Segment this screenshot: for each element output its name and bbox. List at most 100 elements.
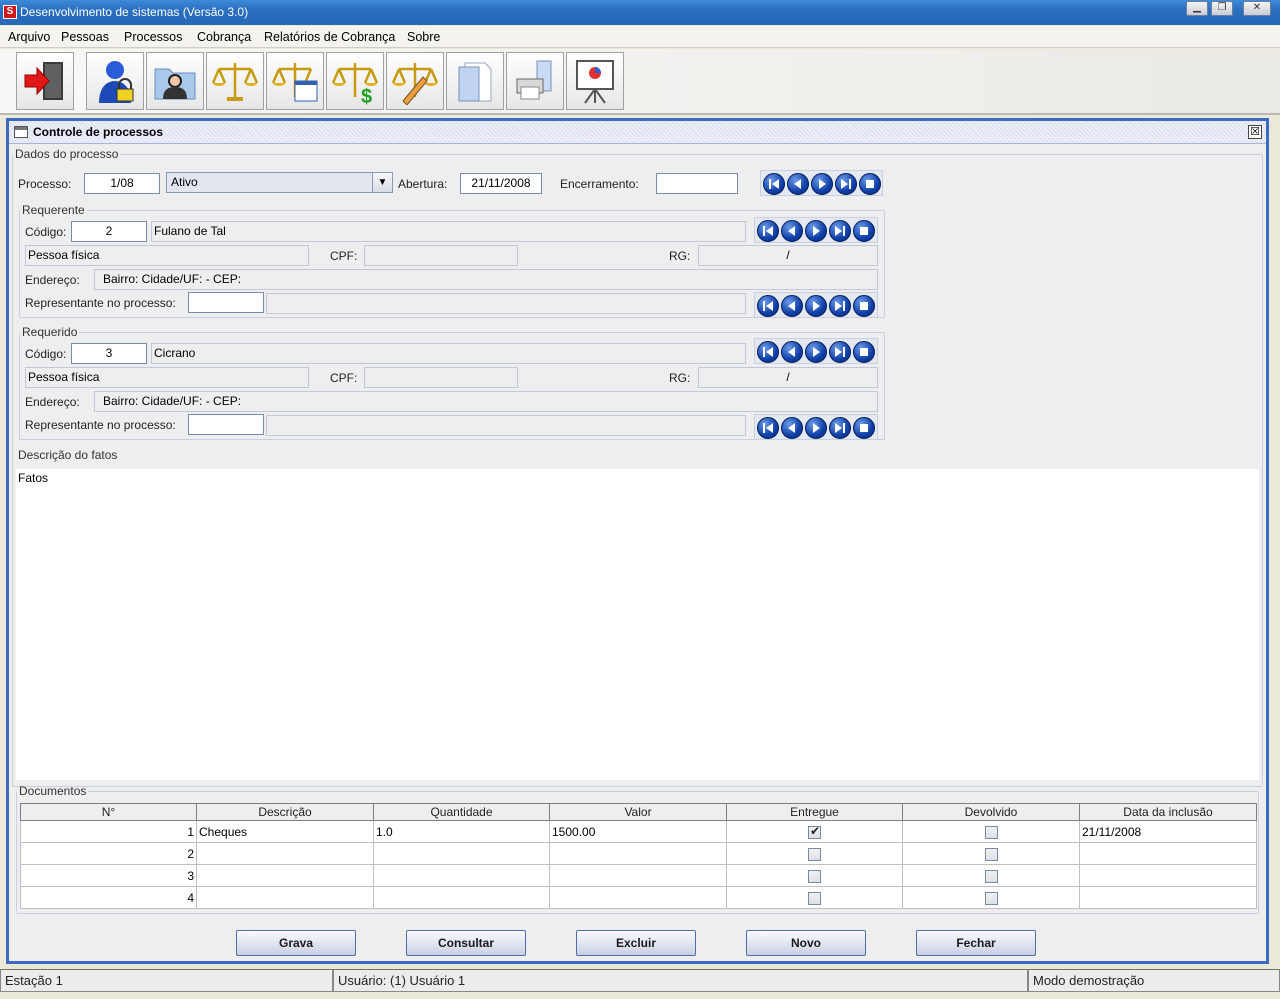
cell-valor[interactable] <box>549 886 727 909</box>
processes-button[interactable] <box>206 52 264 110</box>
cell-descricao[interactable] <box>196 886 374 909</box>
stop-button[interactable] <box>853 417 875 439</box>
cell-quantidade[interactable] <box>373 864 550 887</box>
first-button[interactable] <box>757 341 779 363</box>
devolvido-checkbox[interactable] <box>984 891 998 905</box>
print-button[interactable] <box>506 52 564 110</box>
prev-button[interactable] <box>781 341 803 363</box>
col-devolvido[interactable]: Devolvido <box>902 803 1080 821</box>
devolvido-checkbox[interactable] <box>984 869 998 883</box>
next-button[interactable] <box>805 417 827 439</box>
cell-valor[interactable]: 1500.00 <box>549 820 727 843</box>
requerido-cpf-label: CPF: <box>330 371 358 385</box>
last-button[interactable] <box>829 417 851 439</box>
menu-sobre[interactable]: Sobre <box>407 30 440 44</box>
excluir-button[interactable]: Excluir <box>576 930 696 956</box>
cell-descricao[interactable] <box>196 842 374 865</box>
last-button[interactable] <box>835 173 857 195</box>
grava-button[interactable]: Grava <box>236 930 356 956</box>
cell-valor[interactable] <box>549 864 727 887</box>
billing-edit-button[interactable] <box>386 52 444 110</box>
requerido-rep-code[interactable] <box>188 414 264 435</box>
table-row[interactable]: 2 <box>20 842 1257 865</box>
stop-button[interactable] <box>853 295 875 317</box>
fechar-button[interactable]: Fechar <box>916 930 1036 956</box>
reports-button[interactable] <box>566 52 624 110</box>
abertura-field[interactable]: 21/11/2008 <box>460 173 542 194</box>
novo-button[interactable]: Novo <box>746 930 866 956</box>
col-quantidade[interactable]: Quantidade <box>373 803 550 821</box>
cell-data[interactable] <box>1079 864 1257 887</box>
last-button[interactable] <box>829 220 851 242</box>
consultar-button[interactable]: Consultar <box>406 930 526 956</box>
cell-data[interactable] <box>1079 842 1257 865</box>
prev-button[interactable] <box>781 220 803 242</box>
entregue-checkbox[interactable] <box>808 824 821 839</box>
table-row[interactable]: 3 <box>20 864 1257 887</box>
cell-descricao[interactable] <box>196 864 374 887</box>
menu-cobranca[interactable]: Cobrança <box>197 30 251 44</box>
next-button[interactable] <box>805 295 827 317</box>
documents-button[interactable] <box>446 52 504 110</box>
persons-button[interactable] <box>146 52 204 110</box>
status-select[interactable]: Ativo ▼ <box>166 172 393 193</box>
cell-valor[interactable] <box>549 842 727 865</box>
table-row[interactable]: 1 Cheques 1.0 1500.00 21/11/2008 <box>20 820 1257 843</box>
stop-button[interactable] <box>853 341 875 363</box>
minimize-button[interactable]: ▁ <box>1186 1 1208 16</box>
next-button[interactable] <box>805 341 827 363</box>
table-header: N° Descrição Quantidade Valor Entregue D… <box>20 803 1257 821</box>
requerente-cpf-label: CPF: <box>330 249 358 263</box>
menu-relatorios-cobranca[interactable]: Relatórios de Cobrança <box>264 30 395 44</box>
first-button[interactable] <box>757 295 779 317</box>
fatos-legend: Descrição do fatos <box>18 448 118 462</box>
menu-processos[interactable]: Processos <box>124 30 182 44</box>
last-button[interactable] <box>829 295 851 317</box>
cell-data[interactable] <box>1079 886 1257 909</box>
last-button[interactable] <box>829 341 851 363</box>
close-button[interactable]: ✕ <box>1243 1 1271 16</box>
menu-pessoas[interactable]: Pessoas <box>61 30 109 44</box>
entregue-checkbox[interactable] <box>808 847 821 861</box>
processo-field[interactable]: 1/08 <box>84 173 160 194</box>
stop-button[interactable] <box>859 173 881 195</box>
prev-button[interactable] <box>787 173 809 195</box>
users-button[interactable] <box>86 52 144 110</box>
table-row[interactable]: 4 <box>20 886 1257 909</box>
cell-descricao[interactable]: Cheques <box>196 820 374 843</box>
first-button[interactable] <box>757 417 779 439</box>
chevron-down-icon[interactable]: ▼ <box>372 173 392 192</box>
stop-button[interactable] <box>853 220 875 242</box>
billing-button[interactable]: $ <box>326 52 384 110</box>
cell-quantidade[interactable] <box>373 842 550 865</box>
encerramento-field[interactable] <box>656 173 738 194</box>
entregue-checkbox[interactable] <box>808 869 821 883</box>
prev-button[interactable] <box>781 417 803 439</box>
col-entregue[interactable]: Entregue <box>726 803 903 821</box>
requerido-codigo-field[interactable]: 3 <box>71 343 147 364</box>
devolvido-checkbox[interactable] <box>984 847 998 861</box>
first-button[interactable] <box>763 173 785 195</box>
next-button[interactable] <box>811 173 833 195</box>
first-button[interactable] <box>757 220 779 242</box>
requerente-rep-code[interactable] <box>188 292 264 313</box>
requerente-codigo-field[interactable]: 2 <box>71 221 147 242</box>
col-valor[interactable]: Valor <box>549 803 727 821</box>
requerente-rep-nav <box>754 292 878 318</box>
exit-button[interactable] <box>16 52 74 110</box>
restore-button[interactable]: ❐ <box>1211 1 1233 16</box>
cell-quantidade[interactable] <box>373 886 550 909</box>
devolvido-checkbox[interactable] <box>984 825 998 839</box>
internal-close-icon[interactable]: ☒ <box>1248 125 1262 139</box>
cell-quantidade[interactable]: 1.0 <box>373 820 550 843</box>
prev-button[interactable] <box>781 295 803 317</box>
col-descricao[interactable]: Descrição <box>196 803 374 821</box>
fatos-textarea[interactable]: Fatos <box>16 469 1259 780</box>
menu-arquivo[interactable]: Arquivo <box>8 30 50 44</box>
entregue-checkbox[interactable] <box>808 891 821 905</box>
col-data-inclusao[interactable]: Data da inclusão <box>1079 803 1257 821</box>
process-window-button[interactable] <box>266 52 324 110</box>
cell-data[interactable]: 21/11/2008 <box>1079 820 1257 843</box>
col-numero[interactable]: N° <box>20 803 197 821</box>
next-button[interactable] <box>805 220 827 242</box>
